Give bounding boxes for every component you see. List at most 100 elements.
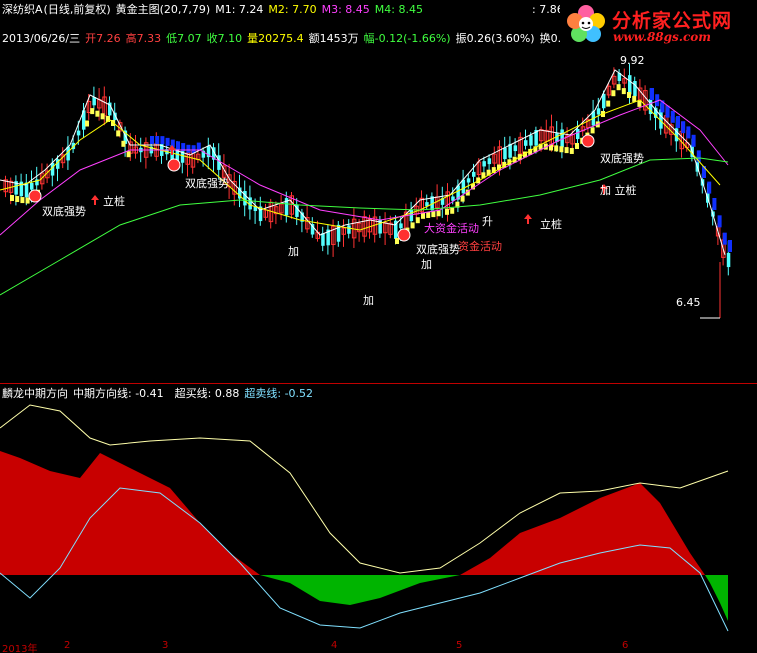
high-price-label: 9.92 [620,54,645,67]
blue-signal-bar [707,181,712,194]
yellow-signal-bar [90,108,95,115]
axis-month-6: 6 [622,640,629,651]
yellow-signal-bar [632,95,637,102]
annotation-fund-activity: 资金活动 [458,240,502,253]
yellow-signal-bar [100,113,105,120]
yellow-signal-bar [627,92,631,98]
logo-url[interactable]: www.88gs.com [613,30,711,44]
yellow-signal-bar [559,146,564,153]
low-label: 低7.07 [166,32,202,45]
yellow-signal-bar [121,140,126,147]
signal-ball-marker [397,228,411,242]
candle-body-down [321,233,325,246]
yellow-signal-bar [616,84,621,91]
candle-body-down [596,108,601,115]
chart-header-2: 2013/06/26/三 开7.26 高7.33 低7.07 收7.10 量20275.4… [2,32,573,46]
candle-body-down [628,75,632,95]
candle-body-down [524,140,528,146]
change-label: 幅-0.12(-1.66%) [363,32,451,45]
candle-body-down [487,158,492,165]
yellow-signal-bar [426,211,431,218]
yellow-signal-bar [606,100,611,107]
blue-signal-bar [686,126,691,139]
axis-month-5: 5 [456,640,463,651]
blue-signal-bar [702,166,706,178]
signal-ball-marker [167,158,181,172]
candle-body-down [472,171,476,177]
yellow-signal-bar [621,88,626,95]
blue-signal-bar [160,136,165,145]
high-label: 高7.33 [125,32,162,45]
blue-signal-bar [717,215,722,228]
amplitude-label: 振0.26(3.60%) [455,32,535,45]
blue-signal-bar [150,136,154,144]
blue-signal-bar [670,110,675,123]
axis-month-2: 2 [64,640,71,651]
candle-body-down [513,145,518,152]
yellow-signal-bar [10,195,14,201]
stock-name[interactable]: 深纺织A [2,3,43,16]
m3-value: M3: 8.45 [321,3,370,16]
yellow-signal-bar [450,207,455,214]
blue-signal-bar [165,137,170,146]
yellow-signal-bar [95,110,100,117]
annotation-double-bottom-3: 双底强势 [416,243,460,256]
candle-body-down [529,135,533,146]
annotation-pile-2: 立桩 [540,218,562,231]
flower-logo-icon [567,5,605,42]
axis-month-4: 4 [331,640,338,651]
blue-signal-bar [691,134,696,147]
period-label: (日线,前复权) [43,3,111,16]
annotation-add-3: 加 [421,258,432,271]
candle-body-down [399,223,403,229]
yellow-signal-bar [554,145,559,152]
yellow-signal-bar [431,211,436,218]
blue-signal-bar [650,88,654,100]
stock-chart-window: 深纺织A(日线,前复权) 黄金主图(20,7,79) M1: 7.24 M2: 7.7… [0,0,757,653]
logo-text: 分析家公式网 [612,10,733,32]
axis-month-3: 3 [162,640,169,651]
indicator-title: 麟龙中期方向 [2,387,68,400]
yellow-signal-bar [590,127,595,134]
yellow-signal-bar [637,100,642,107]
yellow-signal-bar [421,212,425,219]
candlestick-series [3,63,731,276]
blue-signal-bar [665,105,670,118]
yellow-signal-bar [460,195,465,202]
candle-body-down [633,81,637,97]
candle-body-down [92,97,96,106]
yellow-signal-bar [85,120,89,127]
candle-body-down [482,161,486,167]
yellow-signal-bar [611,90,616,97]
candle-body-down [347,225,351,234]
annotation-double-bottom-1: 双底强势 [42,205,86,218]
volume-label: 量20275.4 [247,32,304,45]
indicator-green-area [260,575,728,621]
indicator-red-area [0,451,705,575]
indicator-name: 黄金主图(20,7,79) [115,3,211,16]
m2-value: M2: 7.70 [268,3,317,16]
blue-signal-bar [676,116,680,128]
axis-year: 2013年 [2,644,38,653]
candle-body-down [503,147,507,160]
oversold-value: 超卖线: -0.52 [244,387,314,400]
signal-markers [28,134,608,242]
yellow-signal-bar [415,217,420,224]
candle-body-down [30,182,34,190]
yellow-signal-bar [569,147,574,154]
yellow-signal-bar [564,147,569,154]
up-arrow-marker [91,195,99,205]
yellow-signal-bar [20,197,25,204]
low-price-label: 6.45 [676,296,701,309]
candle-body-down [76,130,81,136]
signal-ball-marker [28,189,42,203]
indicator-header: 麟龙中期方向 中期方向线: -0.41 超买线: 0.88 超卖线: -0.52 [2,387,318,401]
yellow-signal-bar [410,222,415,229]
close-label: 收7.10 [206,32,243,45]
m4-value: M4: 8.45 [374,3,423,16]
indicator-panel[interactable] [0,383,757,653]
candle-body-down [726,252,731,268]
yellow-signal-bar [15,196,20,203]
yellow-signal-bar [116,130,121,137]
annotation-double-bottom-2: 双底强势 [185,177,229,190]
